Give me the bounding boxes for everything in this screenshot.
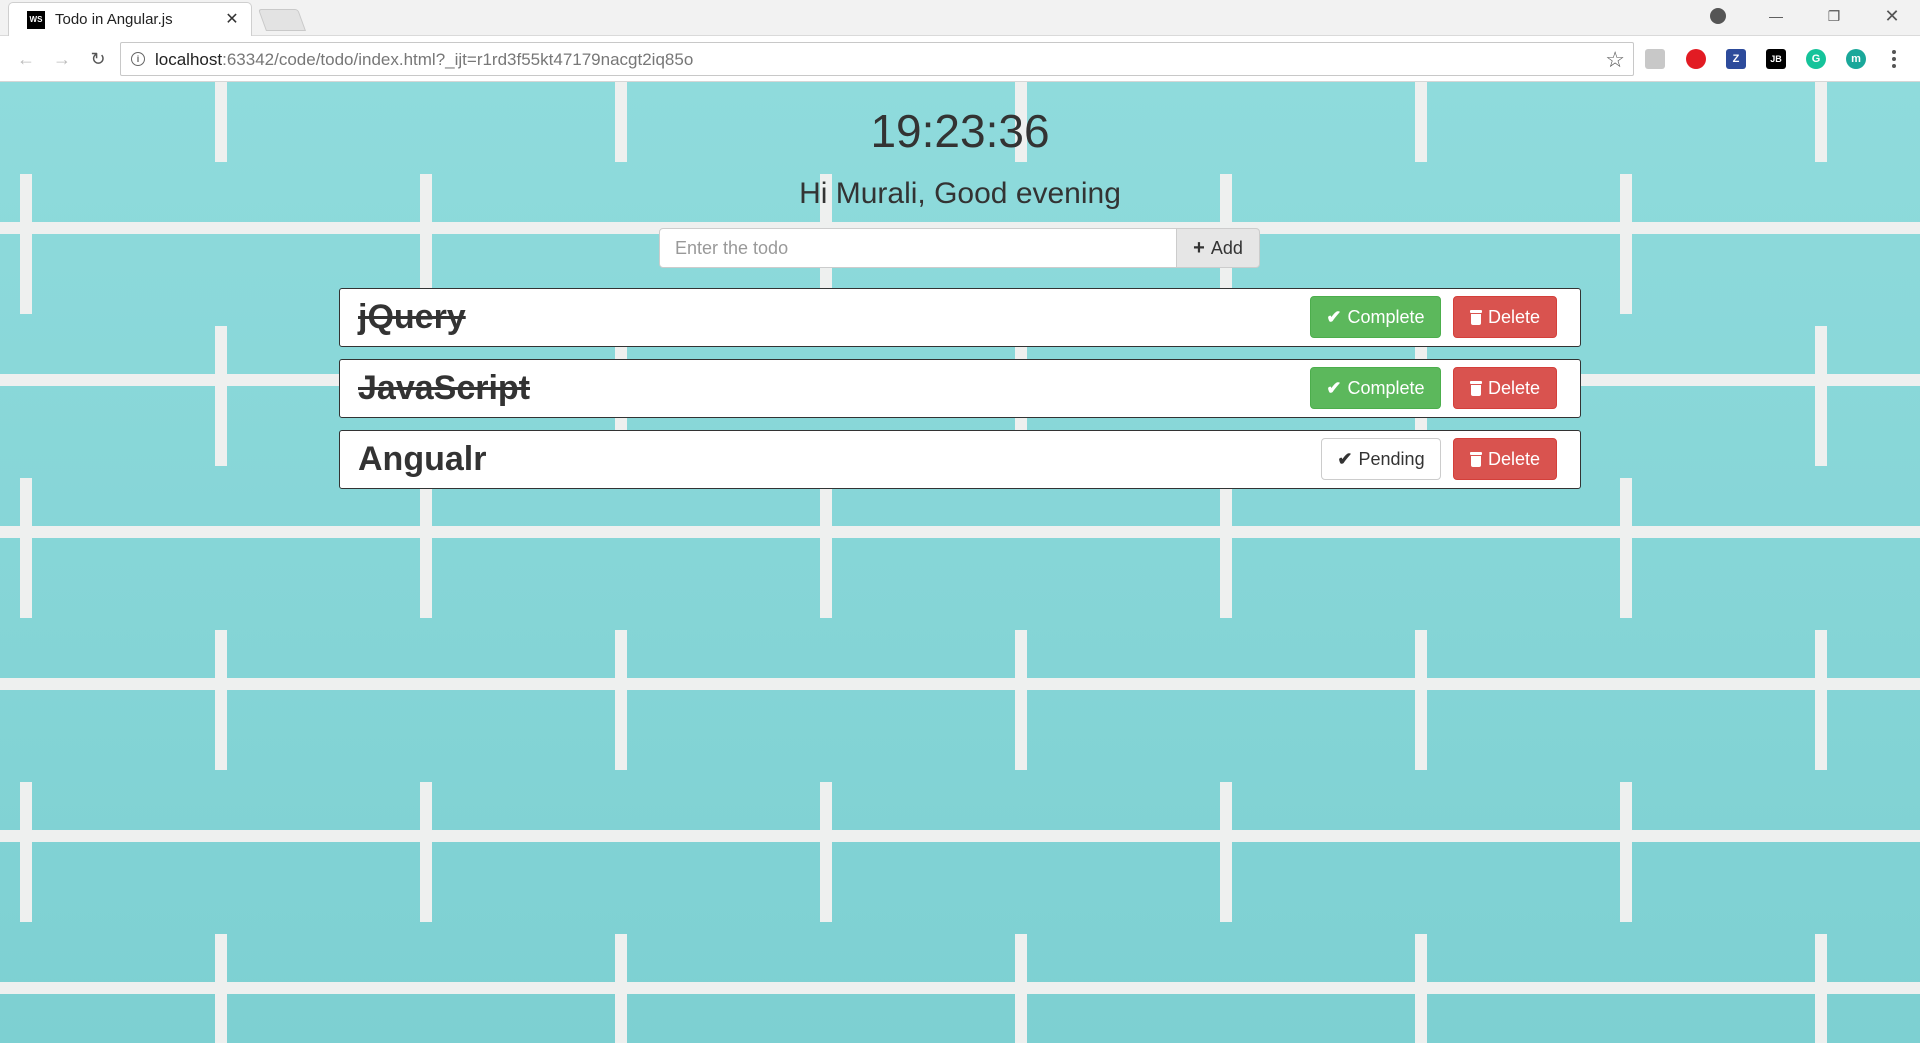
forward-button[interactable]: →	[50, 47, 74, 71]
tab-strip: WS Todo in Angular.js ✕ — ❐ ✕	[0, 0, 1920, 36]
todo-item: JavaScript ✔ Complete Delete	[339, 359, 1581, 418]
todo-item: Angualr ✔ Pending Delete	[339, 430, 1581, 489]
back-button[interactable]: ←	[14, 47, 38, 71]
delete-button-label: Delete	[1487, 306, 1541, 327]
user-icon	[1710, 8, 1726, 24]
add-todo-form: + Add	[659, 228, 1260, 268]
brick-row	[0, 630, 1920, 770]
trash-icon	[1469, 380, 1482, 396]
webstorm-icon: WS	[27, 10, 45, 29]
browser-toolbar: ← → ↻ i localhost:63342/code/todo/index.…	[0, 36, 1920, 82]
complete-button-label: Complete	[1347, 377, 1425, 398]
check-icon: ✔	[1337, 449, 1353, 469]
trash-icon	[1469, 309, 1482, 325]
page-viewport: 19:23:36 Hi Murali, Good evening + Add j…	[0, 82, 1920, 1043]
new-tab-button[interactable]	[257, 9, 307, 31]
delete-button[interactable]: Delete	[1453, 438, 1557, 480]
clock: 19:23:36	[870, 105, 1050, 157]
zotero-icon[interactable]: Z	[1726, 49, 1746, 69]
delete-button[interactable]: Delete	[1453, 296, 1557, 338]
reload-button[interactable]: ↻	[86, 47, 110, 71]
check-icon: ✔	[1326, 378, 1342, 398]
browser-tab[interactable]: WS Todo in Angular.js ✕	[8, 2, 252, 36]
add-button-label: Add	[1210, 237, 1243, 258]
close-tab-icon[interactable]: ✕	[223, 10, 241, 28]
url-path: :63342/code/todo/index.html?_ijt=r1rd3f5…	[222, 50, 694, 69]
delete-button-label: Delete	[1487, 448, 1541, 469]
check-icon: ✔	[1326, 307, 1342, 327]
grammarly-icon[interactable]: G	[1806, 49, 1826, 69]
delete-button[interactable]: Delete	[1453, 367, 1557, 409]
complete-button[interactable]: ✔ Complete	[1310, 367, 1441, 409]
brick-row	[0, 782, 1920, 922]
maximize-button[interactable]: ❐	[1806, 0, 1862, 32]
pending-button[interactable]: ✔ Pending	[1321, 438, 1441, 480]
greeting: Hi Murali, Good evening	[799, 177, 1121, 210]
trash-icon	[1469, 451, 1482, 467]
todo-text: JavaScript	[358, 369, 530, 407]
bookmark-star-icon[interactable]: ☆	[1605, 47, 1625, 73]
profile-button[interactable]	[1690, 0, 1746, 32]
acrobat-icon[interactable]	[1645, 49, 1665, 69]
tab-title: Todo in Angular.js	[55, 11, 173, 28]
info-icon[interactable]: i	[131, 52, 145, 66]
brick-wall-background	[0, 82, 1920, 1043]
adblock-icon[interactable]	[1686, 49, 1706, 69]
pending-button-label: Pending	[1358, 448, 1425, 469]
browser-menu-icon[interactable]	[1884, 48, 1904, 70]
plus-icon: +	[1193, 237, 1205, 259]
todo-list: jQuery ✔ Complete Delete JavaScript ✔ Co…	[339, 288, 1581, 501]
complete-button-label: Complete	[1347, 306, 1425, 327]
address-bar[interactable]: i localhost:63342/code/todo/index.html?_…	[120, 42, 1634, 76]
todo-text: jQuery	[358, 298, 466, 336]
brick-row	[0, 934, 1920, 1043]
add-button[interactable]: + Add	[1177, 228, 1260, 268]
todo-item: jQuery ✔ Complete Delete	[339, 288, 1581, 347]
delete-button-label: Delete	[1487, 377, 1541, 398]
minimize-button[interactable]: —	[1748, 0, 1804, 32]
todo-text: Angualr	[358, 440, 487, 478]
close-window-button[interactable]: ✕	[1864, 0, 1920, 32]
url-host: localhost	[155, 50, 223, 69]
url-text: localhost:63342/code/todo/index.html?_ij…	[155, 50, 693, 70]
jetbrains-icon[interactable]: JB	[1766, 49, 1786, 69]
todo-input[interactable]	[659, 228, 1177, 268]
meet-icon[interactable]: m	[1846, 49, 1866, 69]
complete-button[interactable]: ✔ Complete	[1310, 296, 1441, 338]
